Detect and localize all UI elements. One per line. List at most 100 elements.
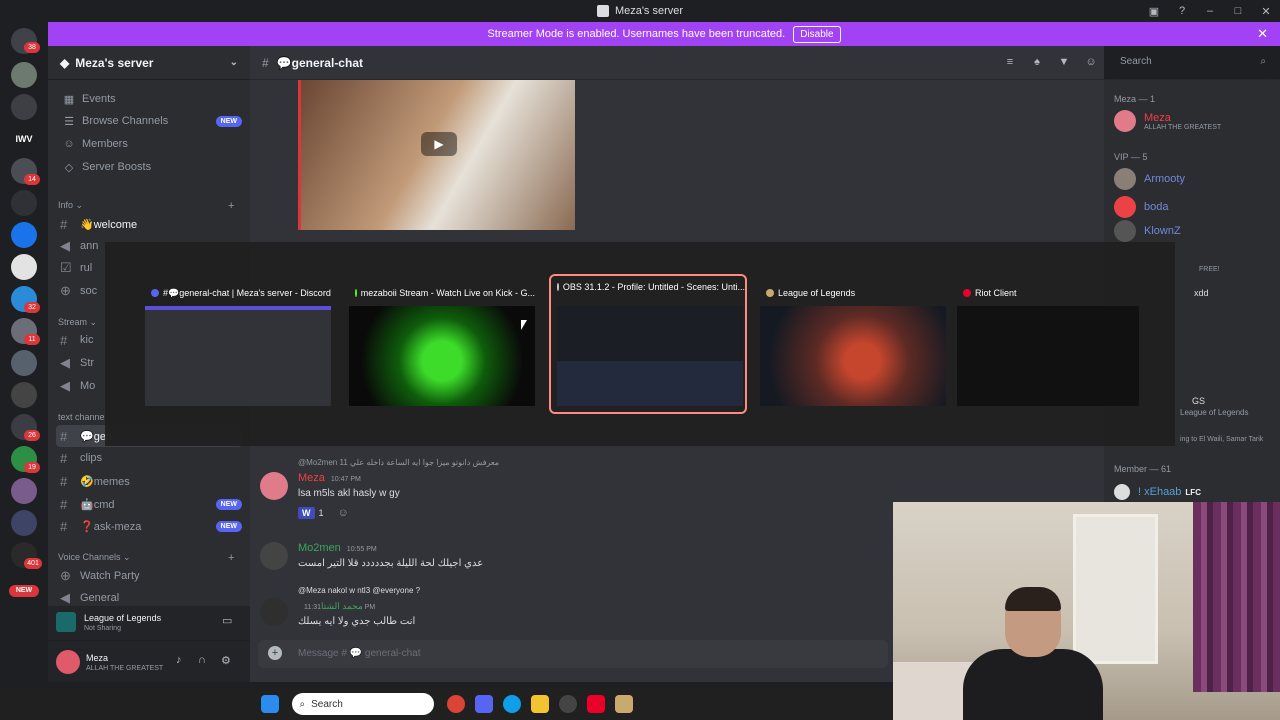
browse-icon: ☰ <box>64 115 74 128</box>
server-icon[interactable] <box>11 478 37 504</box>
headphones-icon[interactable]: ∩ <box>198 654 206 666</box>
member-klownz[interactable]: KlownZ <box>1114 220 1181 242</box>
chrome-icon[interactable] <box>446 695 465 713</box>
help-icon[interactable]: ? <box>1168 5 1196 17</box>
gs-label: GS <box>1192 396 1206 406</box>
play-icon[interactable]: ▶ <box>421 132 457 156</box>
disable-streamer-mode-button[interactable]: Disable <box>793 25 841 43</box>
member-armooty[interactable]: Armooty <box>1114 168 1185 190</box>
screen-share-icon[interactable]: ▭ <box>222 614 232 627</box>
hash-icon: # <box>60 518 68 534</box>
alt-tab-window-obs[interactable]: OBS 31.1.2 - Profile: Untitled - Scenes:… <box>549 274 747 414</box>
server-icon[interactable] <box>11 382 37 408</box>
channel-watch-party[interactable]: ⊕ Watch Party <box>56 565 242 587</box>
threads-icon[interactable]: ≡ <box>1004 56 1016 68</box>
category-stream[interactable]: Stream ⌄ <box>58 317 97 328</box>
riot-client-icon[interactable] <box>586 695 605 713</box>
server-icon[interactable] <box>11 190 37 216</box>
server-icon[interactable] <box>11 94 37 120</box>
desktop: Meza's server ▣ ? – □ ✕ Streamer Mode is… <box>0 0 1280 720</box>
avatar[interactable] <box>260 542 288 570</box>
riot-icon <box>963 289 971 297</box>
webcam-overlay <box>893 502 1280 720</box>
server-icon[interactable] <box>11 62 37 88</box>
alt-tab-window-discord[interactable]: #💬general-chat | Meza's server - Discord <box>145 282 331 410</box>
server-icon[interactable] <box>11 510 37 536</box>
window-controls: ▣ ? – □ ✕ <box>1140 0 1280 22</box>
pin-icon[interactable]: ▼ <box>1058 56 1070 68</box>
server-badge-icon: ◆ <box>60 55 70 70</box>
channel-cmd[interactable]: # 🤖cmd NEW <box>56 493 242 515</box>
add-channel-icon[interactable]: + <box>228 552 234 564</box>
message: Mo2men 10:55 PM عدي اجيلك لحة الليلة بجدد… <box>298 542 484 569</box>
alt-tab-window-league[interactable]: League of Legends <box>760 282 946 410</box>
server-header[interactable]: ◆ Meza's server ⌄ <box>48 46 250 80</box>
new-badge: NEW <box>215 115 242 127</box>
minimize-button[interactable]: – <box>1196 5 1224 17</box>
search-icon: ⌕ <box>299 698 306 710</box>
member-category: VIP — 5 <box>1114 152 1148 162</box>
taskbar: ⌕ Search <box>0 688 893 720</box>
category-info[interactable]: Info ⌄ + <box>58 200 234 212</box>
category-text[interactable]: text channe <box>58 412 105 422</box>
alt-tab-window-kick[interactable]: mezaboii Stream - Watch Live on Kick - G… <box>349 282 535 410</box>
video-embed[interactable]: ▶ <box>298 80 575 230</box>
boost-icon: ◇ <box>64 161 74 174</box>
attach-plus-icon[interactable]: + <box>268 646 282 660</box>
avatar[interactable] <box>260 598 288 626</box>
members-icon: ☺ <box>63 138 75 150</box>
member-list-icon[interactable]: ☺ <box>1085 56 1097 68</box>
taskbar-search[interactable]: ⌕ Search <box>291 693 434 715</box>
windows-start-icon[interactable] <box>260 695 279 713</box>
server-icon[interactable] <box>11 254 37 280</box>
bell-icon[interactable]: ♠ <box>1031 56 1043 68</box>
nav-browse-channels[interactable]: ☰ Browse Channels NEW <box>56 110 242 132</box>
megaphone-icon: ◀ <box>60 355 70 370</box>
member-boda[interactable]: boda <box>1114 196 1168 218</box>
channel-clips[interactable]: # clips <box>56 447 242 469</box>
server-badge: 19 <box>24 462 40 473</box>
search-input[interactable]: Search ⌕ <box>1112 52 1274 73</box>
globe-icon: ⊕ <box>60 568 71 583</box>
message: محمد الشتا11:31 PM انت طالب جدي ولا ايه … <box>298 601 416 627</box>
avatar <box>1114 220 1136 242</box>
channel-ask-meza[interactable]: # ❓ask-meza NEW <box>56 515 242 537</box>
add-channel-icon[interactable]: + <box>228 200 234 212</box>
discord-preview <box>145 306 331 406</box>
server-icon[interactable] <box>11 350 37 376</box>
microphone-icon[interactable]: ♪ <box>176 654 182 666</box>
reaction-count[interactable]: 1 <box>319 508 324 518</box>
nav-members[interactable]: ☺ Members <box>56 133 242 155</box>
gear-icon[interactable]: ⚙ <box>221 654 231 667</box>
avatar[interactable] <box>260 472 288 500</box>
inbox-icon[interactable]: ▣ <box>1140 5 1168 18</box>
member-meza[interactable]: Meza ALLAH THE GREATEST <box>1114 110 1221 132</box>
member-xehaab[interactable]: ! xEhaab LFC <box>1114 484 1201 500</box>
reactions: W 1 ☺ <box>298 507 400 519</box>
free-label: FREE! <box>1199 266 1220 273</box>
maximize-button[interactable]: □ <box>1224 5 1252 17</box>
category-voice[interactable]: Voice Channels ⌄ + <box>58 552 234 564</box>
nav-events[interactable]: ▦ Events <box>56 88 242 110</box>
add-reaction-icon[interactable]: ☺ <box>338 507 349 519</box>
league-of-legends-icon[interactable] <box>614 695 633 713</box>
channel-welcome[interactable]: # 👋welcome <box>56 213 242 235</box>
close-window-button[interactable]: ✕ <box>1252 5 1280 18</box>
obs-icon[interactable] <box>558 695 577 713</box>
w-emoji-icon: W <box>298 507 315 519</box>
streamer-mode-banner: Streamer Mode is enabled. Usernames have… <box>48 22 1280 46</box>
server-icon[interactable] <box>11 222 37 248</box>
discord-icon[interactable] <box>474 695 493 713</box>
file-explorer-icon[interactable] <box>530 695 549 713</box>
edge-icon[interactable] <box>502 695 521 713</box>
user-name: Meza <box>86 653 109 663</box>
channel-memes[interactable]: # 🤣memes <box>56 470 242 492</box>
server-icon-iwv[interactable]: IWV <box>11 126 37 152</box>
avatar[interactable] <box>56 650 80 674</box>
mentions-badge: 38 <box>24 42 40 53</box>
message-input[interactable]: + Message # 💬 general-chat <box>258 640 888 668</box>
nav-server-boosts[interactable]: ◇ Server Boosts <box>56 156 242 178</box>
activity-title: League of Legends <box>84 613 162 623</box>
close-banner-icon[interactable]: ✕ <box>1257 26 1268 42</box>
alt-tab-window-riot[interactable]: Riot Client <box>957 282 1139 410</box>
